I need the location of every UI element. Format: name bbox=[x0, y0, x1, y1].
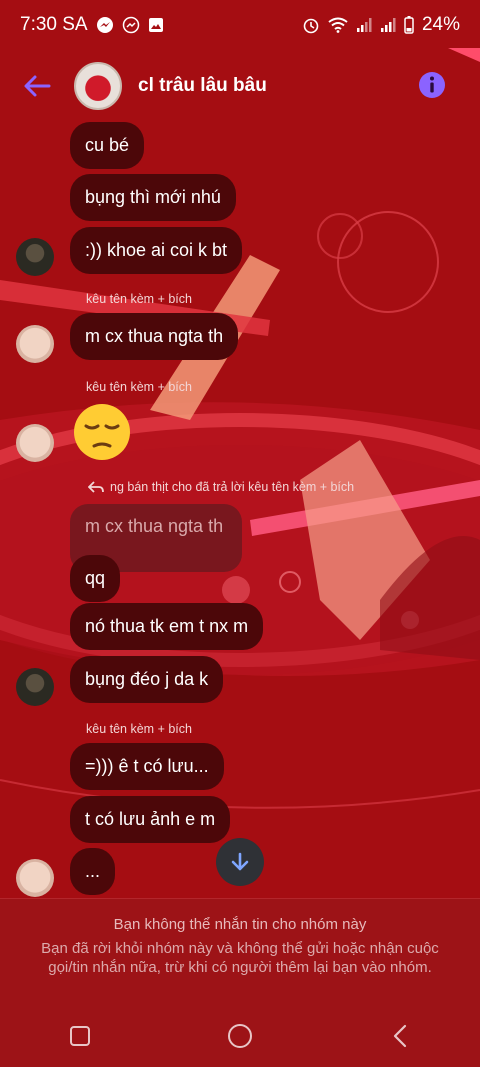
messenger-icon bbox=[96, 17, 113, 33]
avatar[interactable] bbox=[16, 325, 54, 363]
sender-name: kêu tên kèm + bích bbox=[86, 380, 192, 394]
system-back-button[interactable] bbox=[380, 1016, 420, 1056]
reply-note: ng bán thịt cho đã trả lời kêu tên kèm +… bbox=[88, 480, 354, 494]
group-avatar[interactable] bbox=[74, 62, 122, 110]
pensive-face-emoji[interactable] bbox=[72, 402, 132, 462]
arrow-down-icon bbox=[231, 852, 249, 871]
system-nav-bar bbox=[0, 1005, 480, 1067]
conversation-header: cl trâu lâu bâu bbox=[0, 50, 480, 122]
message-bubble[interactable]: t có lưu ảnh e m bbox=[70, 796, 231, 843]
avatar[interactable] bbox=[16, 668, 54, 706]
reply-note-text: ng bán thịt cho đã trả lời kêu tên kèm +… bbox=[110, 480, 355, 494]
message-bubble[interactable]: =))) ê t có lưu... bbox=[70, 743, 224, 790]
left-group-notice: Bạn không thể nhắn tin cho nhóm này Bạn … bbox=[0, 898, 480, 1067]
group-name[interactable]: cl trâu lâu bâu bbox=[138, 75, 267, 97]
message-bubble[interactable]: :)) khoe ai coi k bt bbox=[70, 227, 243, 274]
recents-icon bbox=[70, 1026, 90, 1046]
message-bubble[interactable]: ... bbox=[70, 848, 116, 895]
info-icon[interactable] bbox=[418, 71, 446, 99]
signal-icon bbox=[380, 18, 396, 32]
home-button[interactable] bbox=[220, 1016, 260, 1056]
avatar[interactable] bbox=[16, 238, 54, 276]
message-bubble[interactable]: m cx thua ngta th bbox=[70, 313, 239, 360]
wifi-icon bbox=[328, 17, 348, 33]
battery-icon bbox=[404, 16, 414, 34]
message-bubble[interactable]: qq bbox=[70, 555, 121, 602]
signal-icon bbox=[356, 18, 372, 32]
avatar[interactable] bbox=[16, 424, 54, 462]
message-bubble[interactable]: bụng thì mới nhú bbox=[70, 174, 236, 221]
messenger-outline-icon bbox=[122, 16, 139, 34]
recents-button[interactable] bbox=[60, 1016, 100, 1056]
notice-title: Bạn không thể nhắn tin cho nhóm này bbox=[113, 916, 367, 933]
sender-name: kêu tên kèm + bích bbox=[86, 722, 192, 736]
message-bubble[interactable]: cu bé bbox=[70, 122, 145, 169]
back-icon bbox=[393, 1024, 407, 1048]
status-bar: 7:30 SA 24% bbox=[0, 0, 480, 50]
message-bubble[interactable]: bụng đéo j da k bbox=[70, 656, 224, 703]
sender-name: kêu tên kèm + bích bbox=[86, 292, 192, 306]
scroll-to-bottom-button[interactable] bbox=[216, 838, 264, 886]
notice-body: Bạn đã rời khỏi nhóm này và không thể gử… bbox=[41, 940, 439, 976]
avatar[interactable] bbox=[16, 859, 54, 897]
back-arrow-icon bbox=[24, 75, 51, 97]
alarm-icon bbox=[303, 18, 319, 34]
home-icon bbox=[228, 1024, 252, 1048]
status-time: 7:30 SA bbox=[20, 14, 88, 35]
reply-icon bbox=[88, 481, 104, 493]
battery-percent: 24% bbox=[421, 14, 460, 35]
image-icon bbox=[148, 18, 163, 32]
message-bubble[interactable]: nó thua tk em t nx m bbox=[70, 603, 264, 650]
back-button[interactable] bbox=[20, 69, 54, 103]
